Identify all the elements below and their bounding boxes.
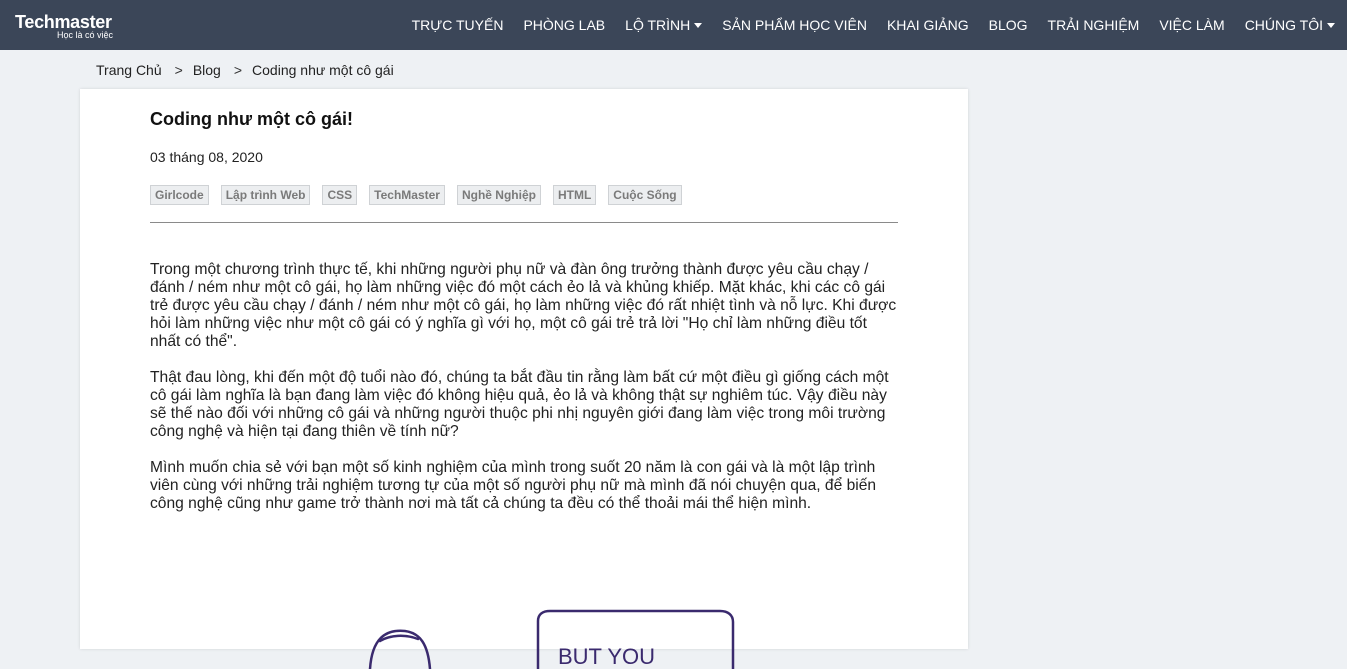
nav-item-phong-lab[interactable]: PHÒNG LAB <box>523 17 605 33</box>
nav-item-trai-nghiem[interactable]: TRẢI NGHIỆM <box>1048 17 1140 33</box>
article-title: Coding như một cô gái! <box>150 109 354 129</box>
tag-nghe-nghiep[interactable]: Nghề Nghiệp <box>456 185 541 205</box>
article-card: Coding như một cô gái! 03 tháng 08, 2020… <box>80 89 968 669</box>
nav-item-truc-tuyen[interactable]: TRỰC TUYẾN <box>412 17 504 33</box>
nav-item-lo-trinh[interactable]: LỘ TRÌNH <box>625 17 703 33</box>
tag-html[interactable]: HTML <box>552 185 597 205</box>
breadcrumb-separator: > <box>233 62 243 78</box>
nav-label: TRẢI NGHIỆM <box>1047 17 1140 33</box>
breadcrumb-blog[interactable]: Blog <box>193 62 221 78</box>
nav-label: CHÚNG TÔI <box>1244 17 1323 33</box>
nav-item-san-pham-hoc-vien[interactable]: SẢN PHẨM HỌC VIÊN <box>722 17 867 33</box>
breadcrumb-home[interactable]: Trang Chủ <box>96 62 162 78</box>
nav-item-khai-giang[interactable]: KHAI GIẢNG <box>887 17 969 33</box>
tag-css[interactable]: CSS <box>322 185 358 205</box>
article-date: 03 tháng 08, 2020 <box>150 149 263 165</box>
nav-label: SẢN PHẨM HỌC VIÊN <box>722 17 867 33</box>
article-body: Trong một chương trình thực tế, khi nhữn… <box>150 261 900 531</box>
tag-list: Girlcode Lập trình Web CSS TechMaster Ng… <box>150 185 694 205</box>
nav-label: VIỆC LÀM <box>1159 17 1225 33</box>
tag-lap-trinh-web[interactable]: Lập trình Web <box>220 185 311 205</box>
article-paragraph: Trong một chương trình thực tế, khi nhữn… <box>150 261 897 350</box>
brand-tagline: Học là có việc <box>57 30 114 40</box>
breadcrumb-current: Coding như một cô gái <box>252 62 394 78</box>
breadcrumb: Trang Chủ > Blog > Coding như một cô gái <box>96 62 394 78</box>
top-navbar: Techmaster Học là có việc TRỰC TUYẾN PHÒ… <box>0 0 1347 50</box>
brand-logo[interactable]: Techmaster Học là có việc <box>15 12 113 40</box>
brand-name: Techmaster <box>15 12 112 32</box>
nav-item-chung-toi[interactable]: CHÚNG TÔI <box>1245 17 1335 33</box>
comic-illustration: BUT YOU <box>368 609 735 669</box>
chevron-down-icon <box>694 22 703 28</box>
nav-label: KHAI GIẢNG <box>886 17 969 33</box>
illustration-text: BUT YOU <box>558 644 655 669</box>
nav-label: BLOG <box>988 17 1028 33</box>
chevron-down-icon <box>1327 22 1335 28</box>
nav-item-viec-lam[interactable]: VIỆC LÀM <box>1159 17 1224 33</box>
nav-label: PHÒNG LAB <box>523 17 606 33</box>
tag-cuoc-song[interactable]: Cuộc Sống <box>608 185 682 205</box>
main-nav: TRỰC TUYẾN PHÒNG LAB LỘ TRÌNH SẢN PHẨM H… <box>392 0 1335 50</box>
nav-label: LỘ TRÌNH <box>625 17 691 33</box>
article-paragraph: Thật đau lòng, khi đến một độ tuổi nào đ… <box>150 369 889 440</box>
nav-label: TRỰC TUYẾN <box>411 17 504 33</box>
tag-techmaster[interactable]: TechMaster <box>369 185 445 205</box>
article-paragraph: Mình muốn chia sẻ với bạn một số kinh ng… <box>150 459 877 512</box>
nav-item-blog[interactable]: BLOG <box>989 17 1028 33</box>
breadcrumb-separator: > <box>174 62 183 78</box>
tag-girlcode[interactable]: Girlcode <box>150 185 209 205</box>
divider <box>150 222 898 223</box>
